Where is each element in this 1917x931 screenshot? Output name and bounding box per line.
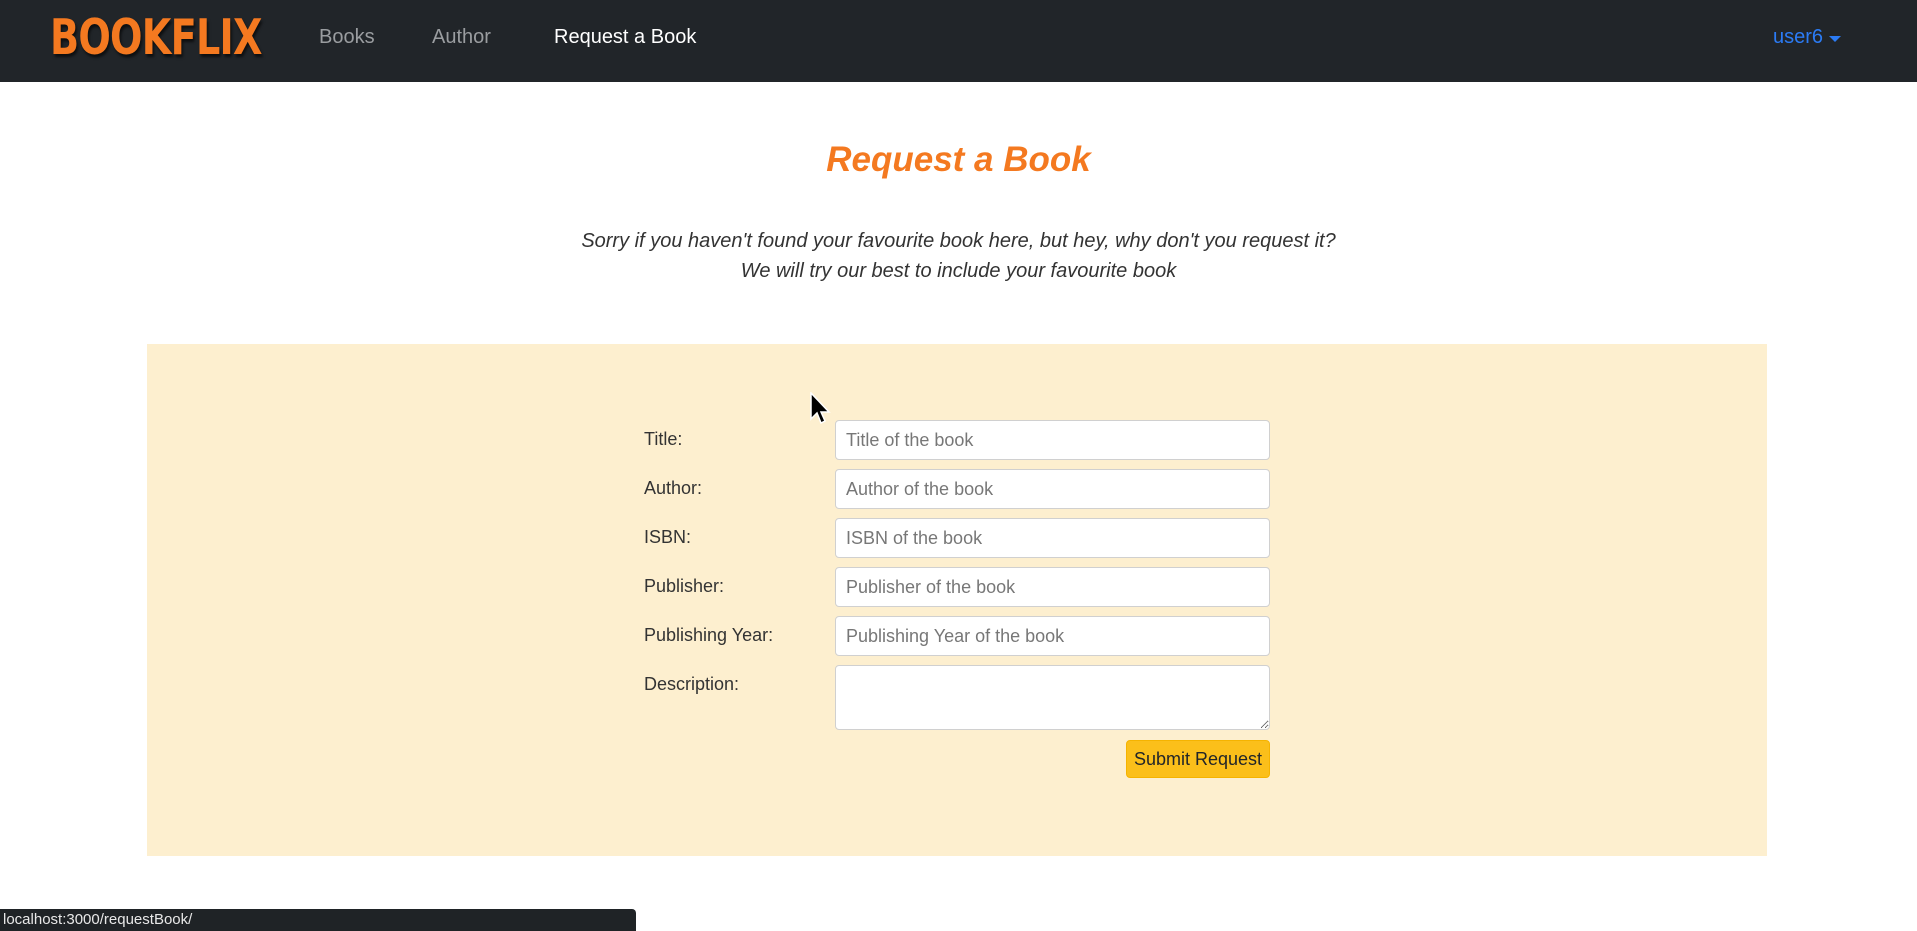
publisher-input[interactable] xyxy=(835,567,1270,607)
submit-request-button[interactable]: Submit Request xyxy=(1126,740,1270,778)
publishing-year-input[interactable] xyxy=(835,616,1270,656)
subtitle-line-1: Sorry if you haven't found your favourit… xyxy=(581,230,1336,252)
page-subtitle: Sorry if you haven't found your favourit… xyxy=(0,226,1917,286)
nav-link-books[interactable]: Books xyxy=(319,26,375,49)
mouse-cursor-icon xyxy=(810,392,831,425)
browser-status-bar: localhost:3000/requestBook/ xyxy=(0,909,636,931)
isbn-input[interactable] xyxy=(835,518,1270,558)
chevron-down-icon xyxy=(1829,35,1841,42)
publisher-label: Publisher: xyxy=(644,576,725,596)
top-navbar: BOOKFLIX Books Author Request a Book use… xyxy=(0,0,1917,82)
nav-link-request-book[interactable]: Request a Book xyxy=(554,26,696,49)
title-input[interactable] xyxy=(835,420,1270,460)
brand-logo[interactable]: BOOKFLIX xyxy=(50,6,262,70)
author-label: Author: xyxy=(644,478,703,498)
nav-link-author[interactable]: Author xyxy=(432,26,491,49)
isbn-label: ISBN: xyxy=(644,527,692,547)
user-dropdown[interactable]: user6 xyxy=(1773,26,1841,49)
user-name: user6 xyxy=(1772,26,1823,48)
author-input[interactable] xyxy=(835,469,1270,509)
title-label: Title: xyxy=(644,429,683,449)
description-label: Description: xyxy=(644,674,740,694)
description-textarea[interactable] xyxy=(835,665,1270,730)
subtitle-line-2: We will try our best to include your fav… xyxy=(740,260,1177,282)
publishing-year-label: Publishing Year: xyxy=(644,625,774,645)
page-title: Request a Book xyxy=(826,140,1091,179)
